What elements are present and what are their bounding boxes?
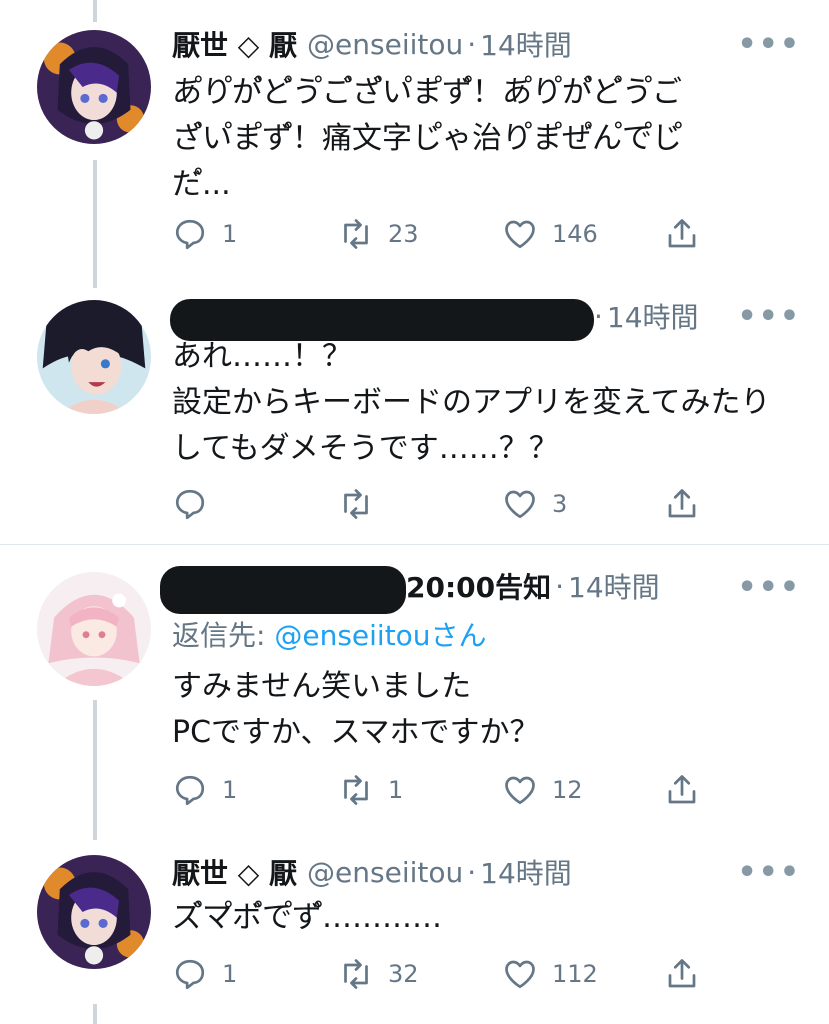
thread-line-3 [93, 700, 97, 840]
retweet-button[interactable] [338, 484, 388, 524]
replying-to-handle[interactable]: @enseiitouさん [274, 619, 486, 652]
timestamp[interactable]: 14時間 [480, 852, 572, 892]
like-count: 12 [552, 776, 583, 804]
tweet-header: 厭世 ◇ 厭 @enseiitou · 14時間 [172, 852, 572, 892]
like-button[interactable]: 146 [502, 214, 598, 254]
redacted-name-bar [160, 566, 406, 614]
reply-button[interactable]: 1 [172, 954, 237, 994]
like-button[interactable]: 3 [502, 484, 567, 524]
tweet-actions: 1 1 12 [172, 770, 732, 810]
share-button[interactable] [664, 954, 700, 994]
share-button[interactable] [664, 484, 700, 524]
tweet-text: ズ゚マ゚ボ゚で゚ず゚………… [172, 895, 802, 941]
share-icon [668, 489, 696, 518]
more-options-icon[interactable]: ••• [737, 570, 801, 605]
like-count: 146 [552, 220, 598, 248]
separator-dot: · [594, 299, 603, 333]
like-button[interactable]: 12 [502, 770, 583, 810]
tweet-header: 厭世 ◇ 厭 @enseiitou · 14時間 [172, 24, 572, 64]
username[interactable]: @enseiitou [307, 28, 463, 61]
retweet-count: 23 [388, 220, 419, 248]
thread-line-1 [93, 160, 97, 288]
timestamp[interactable]: 14時間 [480, 24, 572, 64]
share-button[interactable] [664, 770, 700, 810]
retweet-icon [344, 219, 368, 249]
retweet-button[interactable]: 1 [338, 770, 403, 810]
conversation-divider [0, 544, 829, 545]
display-name[interactable]: 厭世 ◇ 厭 [172, 24, 297, 64]
username[interactable]: @enseiitou [307, 856, 463, 889]
more-options-icon[interactable]: ••• [737, 27, 801, 62]
avatar[interactable] [37, 855, 151, 969]
tweet-text-line: すみません笑いました [172, 669, 472, 704]
reply-icon [175, 219, 205, 250]
retweet-icon [344, 489, 368, 519]
tweet-text: あ゚り゚が゚ど゚う゚ご゚ざ゚い゚ま゚ず゚！あ゚り゚が゚ど゚う゚ご ざ゚い゚ま゚ず… [172, 70, 802, 208]
more-options-icon[interactable]: ••• [737, 855, 801, 890]
tweet-text-line: だ゚... [172, 167, 231, 202]
heart-icon [505, 960, 535, 989]
reply-icon [175, 775, 205, 806]
separator-dot: · [467, 855, 477, 889]
separator-dot: · [467, 27, 477, 61]
tweet-text-line: ズ゚マ゚ボ゚で゚ず゚………… [172, 900, 442, 935]
avatar[interactable] [37, 300, 151, 414]
heart-icon [505, 220, 535, 249]
share-icon [668, 219, 696, 248]
tweet-text-line: 設定からキーボードのアプリを変えてみたり [172, 385, 771, 420]
tweet-text-line: ざ゚い゚ま゚ず゚！痛文字じ゚ゃ治り゚ま゚ぜ゚ん゚で゚じ゚ [172, 121, 682, 156]
tweet-text-line: PCですか、スマホですか？ [172, 715, 540, 750]
retweet-count: 32 [388, 960, 419, 988]
separator-dot: · [555, 569, 565, 603]
reply-count: 1 [222, 220, 238, 248]
display-name-suffix[interactable]: 20:00告知 [406, 566, 551, 606]
retweet-icon [344, 775, 368, 805]
reply-button[interactable]: 1 [172, 214, 237, 254]
like-count: 3 [552, 490, 568, 518]
tweet-text: あれ……！？ 設定からキーボードのアプリを変えてみたり してもダメそうです……？… [172, 334, 802, 472]
timestamp[interactable]: 14時間 [568, 566, 660, 606]
retweet-icon [344, 959, 368, 989]
tweet-actions: 3 [172, 484, 732, 524]
thread-line-bottom [93, 1004, 97, 1024]
replying-to: 返信先: @enseiitouさん [172, 614, 487, 654]
avatar[interactable] [37, 30, 151, 144]
reply-icon [175, 959, 205, 990]
reply-count: 1 [222, 776, 238, 804]
avatar[interactable] [37, 572, 151, 686]
tweet-text-line: あ゚り゚が゚ど゚う゚ご゚ざ゚い゚ま゚ず゚！あ゚り゚が゚ど゚う゚ご [172, 75, 682, 110]
replying-to-label: 返信先: [172, 619, 275, 652]
heart-icon [505, 490, 535, 519]
retweet-button[interactable]: 32 [338, 954, 419, 994]
avatar-image-icon [37, 300, 151, 414]
reply-count: 1 [222, 960, 238, 988]
retweet-count: 1 [388, 776, 404, 804]
reply-icon [175, 489, 205, 520]
reply-button[interactable]: 1 [172, 770, 237, 810]
tweet-text-line: あれ……！？ [172, 339, 352, 374]
share-icon [668, 959, 696, 988]
heart-icon [505, 776, 535, 805]
display-name[interactable]: 厭世 ◇ 厭 [172, 852, 297, 892]
avatar-image-icon [37, 30, 151, 144]
like-count: 112 [552, 960, 598, 988]
tweet-text-line: してもダメそうです……？？ [172, 431, 559, 466]
retweet-button[interactable]: 23 [338, 214, 419, 254]
share-button[interactable] [664, 214, 700, 254]
like-button[interactable]: 112 [502, 954, 598, 994]
tweet-text: すみません笑いました PCですか、スマホですか？ [172, 664, 802, 756]
more-options-icon[interactable]: ••• [737, 299, 801, 334]
timestamp[interactable]: 14時間 [607, 296, 699, 336]
reply-button[interactable] [172, 484, 222, 524]
avatar-image-icon [37, 572, 151, 686]
tweet-actions: 1 32 112 [172, 954, 732, 994]
thread-line-top [93, 0, 97, 22]
avatar-image-icon [37, 855, 151, 969]
tweet-header: · 14時間 [594, 296, 699, 336]
tweet-actions: 1 23 146 [172, 214, 732, 254]
share-icon [668, 775, 696, 804]
tweet-header: 20:00告知 · 14時間 [406, 566, 660, 606]
